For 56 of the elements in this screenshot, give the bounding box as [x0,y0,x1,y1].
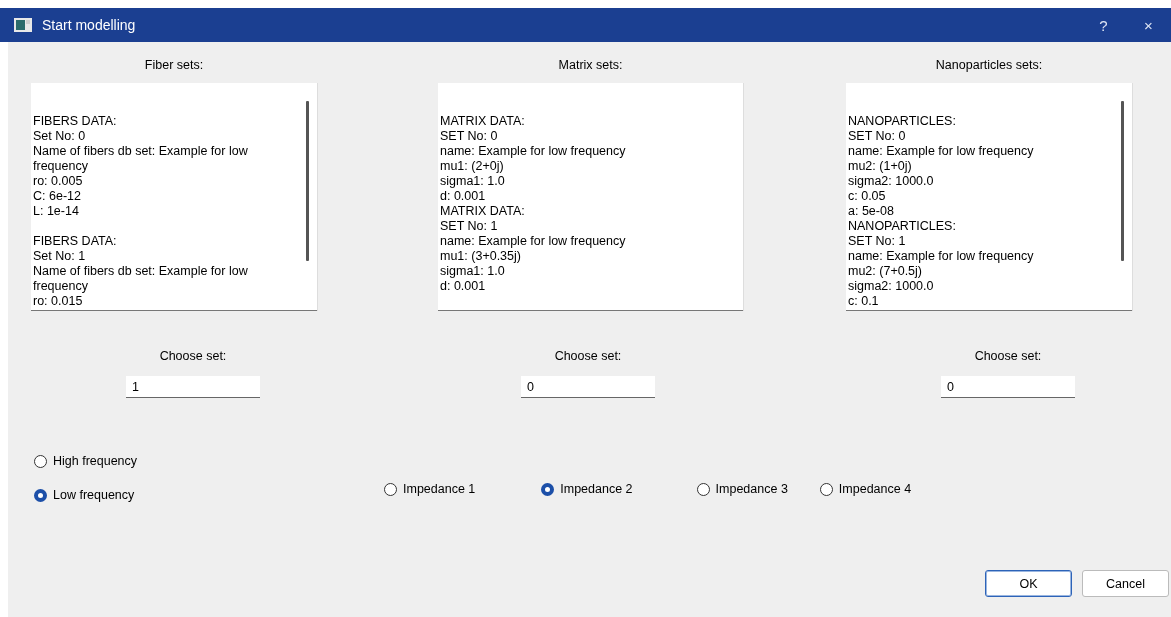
data-line: NANOPARTICLES: [848,114,957,129]
scrollbar-thumb[interactable] [306,101,309,261]
impedance-radio[interactable]: Impedance 2 [541,480,633,498]
data-line: name: Example for low frequency [848,144,1035,159]
window-title: Start modelling [42,17,137,33]
data-line: d: 0.001 [440,279,487,294]
data-line: mu1: (2+0j) [440,159,505,174]
cancel-button[interactable]: Cancel [1082,570,1169,597]
set-list-heading: Fiber sets: [144,58,204,74]
data-line: NANOPARTICLES: [848,219,957,234]
data-line: c: 0.1 [848,294,880,309]
data-line: L: 1e-14 [33,204,80,219]
data-line: SET No: 1 [440,219,499,234]
close-button[interactable]: × [1126,16,1171,34]
set-list-heading: Matrix sets: [558,58,623,74]
data-line: ro: 0.015 [33,294,84,309]
data-line: sigma2: 1000.0 [848,174,935,189]
impedance-radio[interactable]: Impedance 3 [696,480,788,498]
data-line: name: Example for low frequency [848,249,1035,264]
impedance-radio[interactable]: Impedance 1 [384,480,476,498]
choose-set-label: Choose set: [974,349,1042,363]
set-list-heading: Nanoparticles sets: [935,58,1043,74]
data-line: SET No: 0 [440,129,499,144]
ok-button[interactable]: OK [985,570,1072,597]
scrollbar-thumb[interactable] [1121,101,1124,261]
data-line: FIBERS DATA: [33,234,118,249]
frequency-radio[interactable]: High frequency [34,452,384,470]
data-line: SET No: 0 [848,129,907,144]
help-button[interactable]: ? [1081,16,1126,34]
data-line: name: Example for low frequency [440,144,627,159]
impedance-radio[interactable]: Impedance 4 [819,480,912,498]
data-line: name: Example for low frequency [440,234,627,249]
data-line: MATRIX DATA: [440,204,526,219]
choose-set-label: Choose set: [554,349,622,363]
data-line: sigma1: 1.0 [440,264,506,279]
data-line: SET No: 1 [848,234,907,249]
set-number-field[interactable]: 0 [941,376,1075,398]
data-line: Set No: 0 [33,129,87,144]
data-line: sigma1: 1.0 [440,174,506,189]
data-line: FIBERS DATA: [33,114,118,129]
data-line: Set No: 1 [33,249,87,264]
data-line: c: 0.05 [848,189,887,204]
frequency-radio[interactable]: Low frequency [34,486,384,504]
data-line: MATRIX DATA: [440,114,526,129]
data-line: ro: 0.005 [33,174,84,189]
data-line: mu1: (3+0.35j) [440,249,522,264]
window-icon [14,18,32,32]
data-line: sigma2: 1000.0 [848,279,935,294]
data-line: C: 6e-12 [33,189,82,204]
choose-set-label: Choose set: [159,349,227,363]
data-line: d: 0.001 [440,189,487,204]
set-number-field[interactable]: 1 [126,376,260,398]
data-line: mu2: (1+0j) [848,159,913,174]
data-line: a: 5e-08 [848,204,895,219]
data-line: mu2: (7+0.5j) [848,264,923,279]
set-number-field[interactable]: 0 [521,376,655,398]
